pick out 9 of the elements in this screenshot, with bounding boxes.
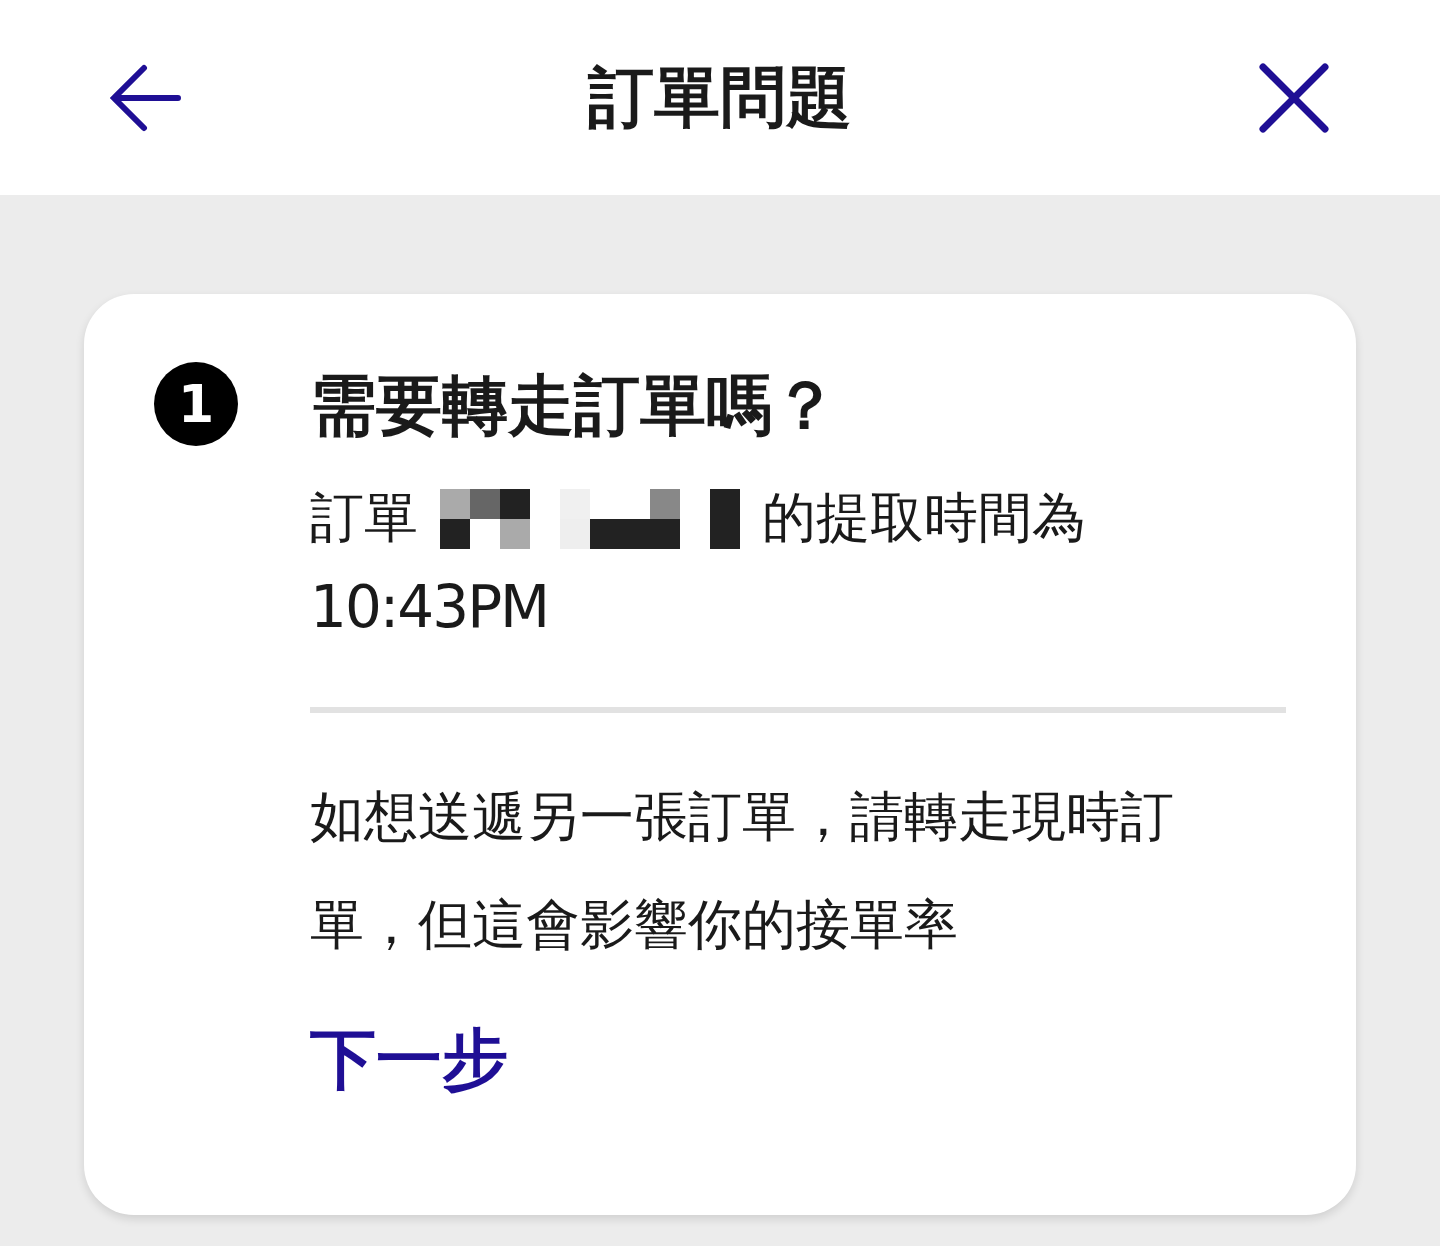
close-icon bbox=[1259, 62, 1329, 133]
page-title: 訂單問題 bbox=[588, 57, 852, 138]
pickup-time: 10:43PM bbox=[310, 573, 550, 641]
step-title: 需要轉走訂單嗎？ bbox=[310, 366, 839, 446]
step-number: 1 bbox=[154, 362, 238, 446]
pickup-label: 的提取時間為 bbox=[762, 485, 1086, 551]
next-link[interactable]: 下一步 bbox=[310, 1015, 508, 1105]
order-label: 訂單 bbox=[310, 485, 418, 551]
message-text: 如想送遞另一張訂單，請轉走現時訂單，但這會影響你的接單率 bbox=[310, 784, 1175, 958]
